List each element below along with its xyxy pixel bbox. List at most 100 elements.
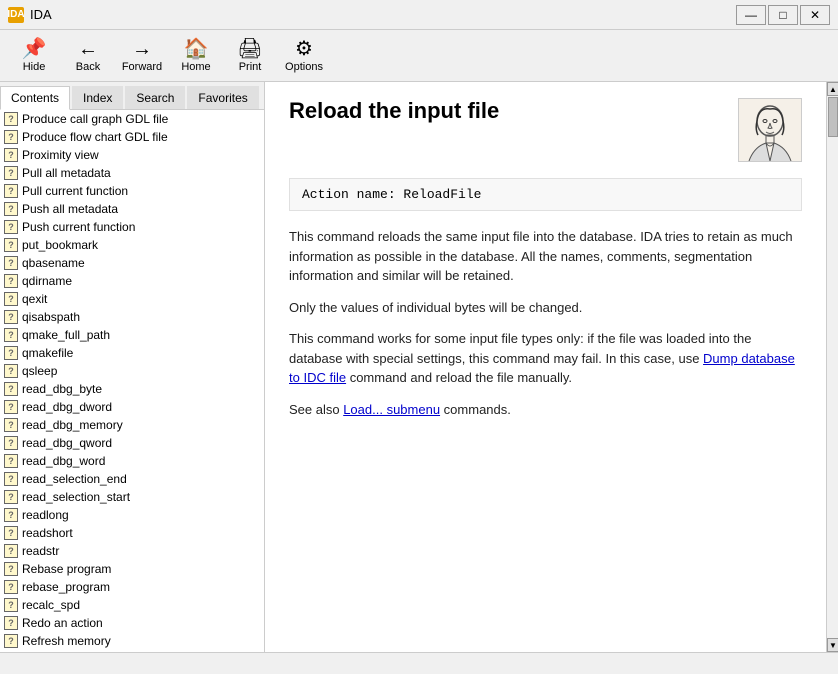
options-button[interactable]: ⚙ Options bbox=[278, 34, 330, 78]
dump-database-link[interactable]: Dump database to IDC file bbox=[289, 351, 795, 386]
list-item[interactable]: ? qmake_full_path bbox=[0, 326, 264, 344]
help-icon: ? bbox=[4, 490, 18, 504]
home-label: Home bbox=[181, 61, 210, 73]
list-item[interactable]: ? Proximity view bbox=[0, 146, 264, 164]
help-icon: ? bbox=[4, 562, 18, 576]
content-para-1: This command reloads the same input file… bbox=[289, 227, 802, 286]
content-para-3: This command works for some input file t… bbox=[289, 329, 802, 388]
list-item[interactable]: ? qsleep bbox=[0, 362, 264, 380]
help-icon: ? bbox=[4, 256, 18, 270]
help-icon: ? bbox=[4, 598, 18, 612]
print-icon: 🖨 bbox=[237, 39, 262, 59]
back-icon: ← bbox=[78, 39, 98, 59]
list-item[interactable]: ? readlong bbox=[0, 506, 264, 524]
hide-button[interactable]: 📌 Hide bbox=[8, 34, 60, 78]
list-item[interactable]: ? put_bookmark bbox=[0, 236, 264, 254]
hide-icon: 📌 bbox=[22, 39, 47, 59]
list-item[interactable]: ? recalc_spd bbox=[0, 596, 264, 614]
content-para-4: See also Load... submenu commands. bbox=[289, 400, 802, 420]
load-submenu-link[interactable]: Load... submenu bbox=[343, 402, 440, 417]
app-icon: IDA bbox=[8, 7, 24, 23]
list-item[interactable]: ? Rebase program bbox=[0, 560, 264, 578]
list-item[interactable]: ? qisabspath bbox=[0, 308, 264, 326]
list-item[interactable]: ? qmakefile bbox=[0, 344, 264, 362]
list-item[interactable]: ? read_selection_end bbox=[0, 470, 264, 488]
list-item[interactable]: ? read_dbg_byte bbox=[0, 380, 264, 398]
list-item[interactable]: ? read_dbg_dword bbox=[0, 398, 264, 416]
title-bar-left: IDA IDA bbox=[8, 7, 52, 23]
minimize-button[interactable]: — bbox=[736, 5, 766, 25]
left-panel: Contents Index Search Favorites ? Produc… bbox=[0, 82, 265, 652]
help-icon: ? bbox=[4, 328, 18, 342]
help-icon: ? bbox=[4, 382, 18, 396]
print-label: Print bbox=[239, 61, 262, 73]
content-title: Reload the input file bbox=[289, 98, 499, 124]
scroll-thumb[interactable] bbox=[828, 97, 838, 137]
list-item[interactable]: ? readshort bbox=[0, 524, 264, 542]
help-icon: ? bbox=[4, 400, 18, 414]
help-icon: ? bbox=[4, 580, 18, 594]
help-icon: ? bbox=[4, 166, 18, 180]
scroll-down-arrow[interactable]: ▼ bbox=[827, 638, 838, 652]
help-icon: ? bbox=[4, 472, 18, 486]
help-icon: ? bbox=[4, 616, 18, 630]
help-icon: ? bbox=[4, 544, 18, 558]
forward-label: Forward bbox=[122, 61, 162, 73]
list-item[interactable]: ? Produce call graph GDL file bbox=[0, 110, 264, 128]
back-label: Back bbox=[76, 61, 100, 73]
help-icon: ? bbox=[4, 274, 18, 288]
list-item[interactable]: ? qdirname bbox=[0, 272, 264, 290]
close-button[interactable]: ✕ bbox=[800, 5, 830, 25]
home-button[interactable]: 🏠 Home bbox=[170, 34, 222, 78]
help-icon: ? bbox=[4, 148, 18, 162]
print-button[interactable]: 🖨 Print bbox=[224, 34, 276, 78]
title-controls: — □ ✕ bbox=[736, 5, 830, 25]
tab-search[interactable]: Search bbox=[125, 86, 185, 109]
list-item[interactable]: ? Pull current function bbox=[0, 182, 264, 200]
list-item[interactable]: ? Push current function bbox=[0, 218, 264, 236]
help-icon: ? bbox=[4, 418, 18, 432]
help-icon: ? bbox=[4, 526, 18, 540]
right-scrollbar[interactable]: ▲ ▼ bbox=[826, 82, 838, 652]
tab-contents[interactable]: Contents bbox=[0, 86, 70, 110]
list-item[interactable]: ? read_selection_start bbox=[0, 488, 264, 506]
help-icon: ? bbox=[4, 508, 18, 522]
list-item[interactable]: ? read_dbg_memory bbox=[0, 416, 264, 434]
help-icon: ? bbox=[4, 238, 18, 252]
help-icon: ? bbox=[4, 436, 18, 450]
help-icon: ? bbox=[4, 202, 18, 216]
help-icon: ? bbox=[4, 454, 18, 468]
help-icon: ? bbox=[4, 292, 18, 306]
list-item[interactable]: ? readstr bbox=[0, 542, 264, 560]
maximize-button[interactable]: □ bbox=[768, 5, 798, 25]
back-button[interactable]: ← Back bbox=[62, 34, 114, 78]
help-icon: ? bbox=[4, 112, 18, 126]
list-item[interactable]: ? Refresh memory bbox=[0, 632, 264, 650]
list-item[interactable]: ? qexit bbox=[0, 290, 264, 308]
content-area[interactable]: Reload the input file bbox=[265, 82, 826, 652]
list-item[interactable]: ? read_dbg_word bbox=[0, 452, 264, 470]
help-icon: ? bbox=[4, 130, 18, 144]
scroll-up-arrow[interactable]: ▲ bbox=[827, 82, 838, 96]
help-icon: ? bbox=[4, 364, 18, 378]
list-item[interactable]: ? rebase_program bbox=[0, 578, 264, 596]
list-scroll[interactable]: ? Produce call graph GDL file ? Produce … bbox=[0, 110, 264, 652]
list-item[interactable]: ? Pull all metadata bbox=[0, 164, 264, 182]
code-block: Action name: ReloadFile bbox=[289, 178, 802, 211]
tab-index[interactable]: Index bbox=[72, 86, 123, 109]
main-area: Contents Index Search Favorites ? Produc… bbox=[0, 82, 838, 652]
list-item[interactable]: ? qbasename bbox=[0, 254, 264, 272]
list-item[interactable]: ? Push all metadata bbox=[0, 200, 264, 218]
list-item[interactable]: ? read_dbg_qword bbox=[0, 434, 264, 452]
portrait-image bbox=[738, 98, 802, 162]
tab-favorites[interactable]: Favorites bbox=[187, 86, 258, 109]
list-item[interactable]: ? Produce flow chart GDL file bbox=[0, 128, 264, 146]
list-item[interactable]: ? Refresh Screen bbox=[0, 650, 264, 652]
toolbar: 📌 Hide ← Back → Forward 🏠 Home 🖨 Print ⚙… bbox=[0, 30, 838, 82]
right-panel: Reload the input file bbox=[265, 82, 826, 652]
list-item[interactable]: ? Redo an action bbox=[0, 614, 264, 632]
window-title: IDA bbox=[30, 7, 52, 22]
home-icon: 🏠 bbox=[184, 39, 209, 59]
forward-button[interactable]: → Forward bbox=[116, 34, 168, 78]
content-para-2: Only the values of individual bytes will… bbox=[289, 298, 802, 318]
